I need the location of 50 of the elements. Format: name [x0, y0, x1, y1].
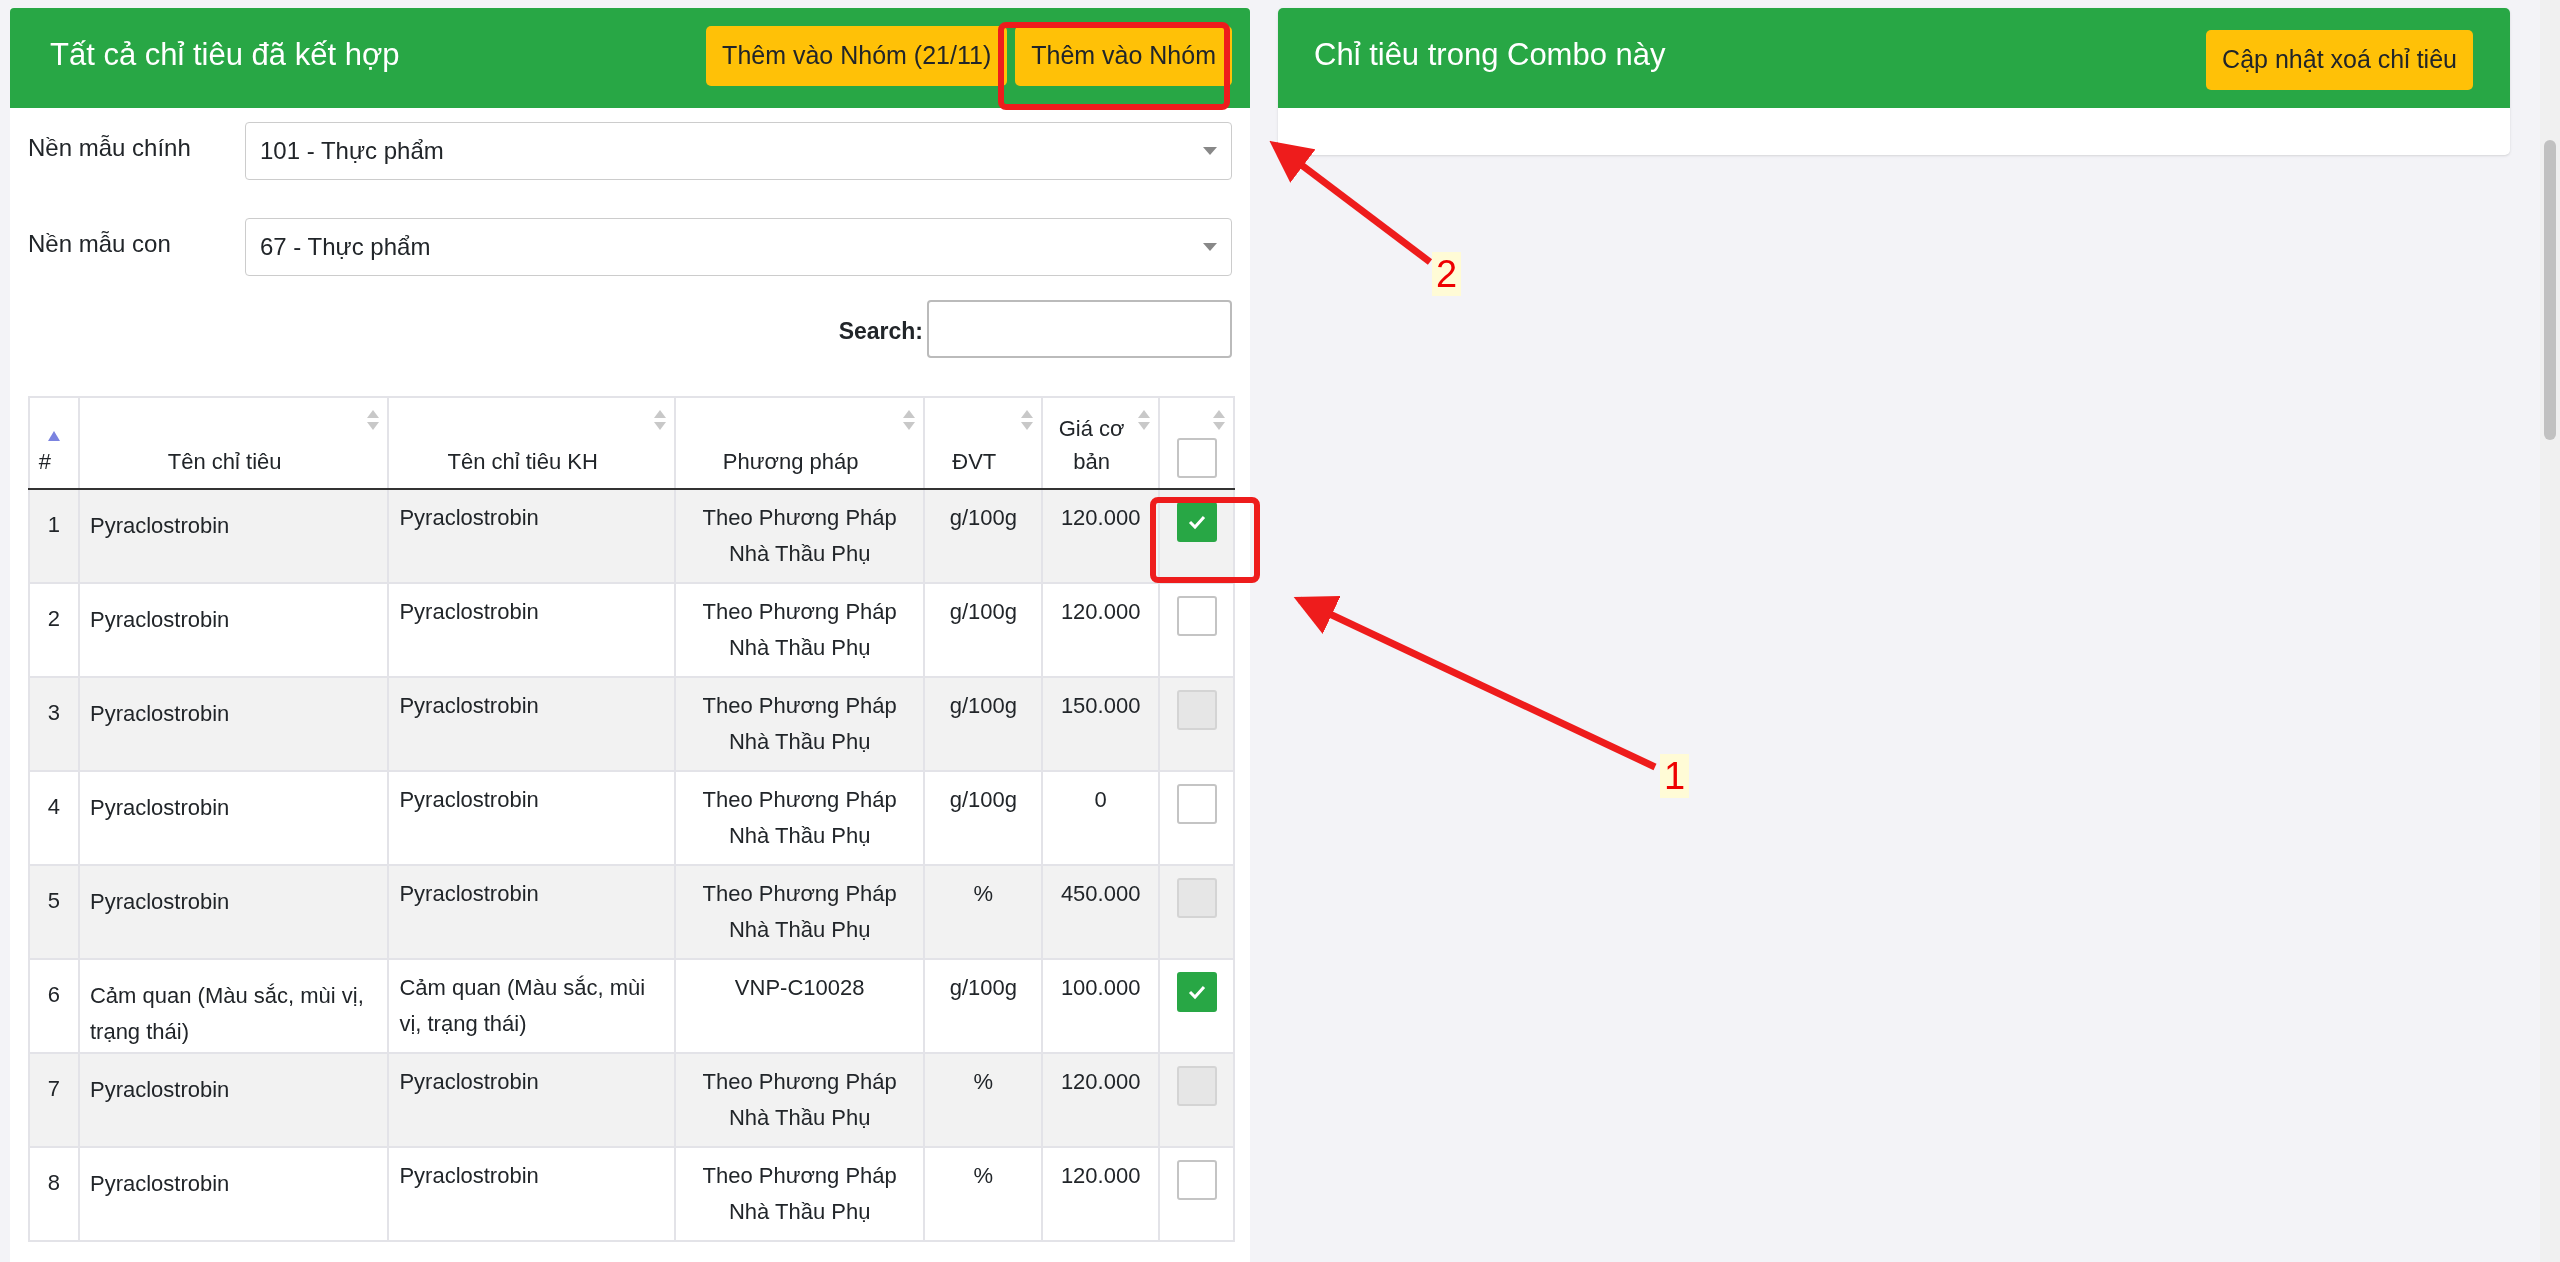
- table-cell: Pyraclostrobin: [388, 1147, 675, 1241]
- annotation-label: 2: [1432, 252, 1462, 296]
- select-all-checkbox[interactable]: [1176, 438, 1217, 478]
- filter-label: Nền mẫu con: [28, 229, 172, 259]
- column-title: ĐVT: [951, 448, 998, 476]
- checkmark-icon: [1186, 514, 1207, 530]
- column-title: Tên chỉ tiêu: [166, 448, 283, 476]
- column-header[interactable]: Tên chỉ tiêu: [78, 397, 389, 489]
- table-cell: 120.000: [1042, 1147, 1160, 1241]
- table-cell: 6: [29, 959, 79, 1053]
- table-cell: 3: [29, 677, 79, 771]
- column-title: Tên chỉ tiêu KH: [446, 448, 599, 476]
- row-checkbox[interactable]: [1176, 784, 1217, 824]
- select-field[interactable]: 101 - Thực phẩm: [245, 122, 1232, 180]
- column-header[interactable]: [1159, 397, 1234, 489]
- dropdown-caret-icon: [1203, 147, 1217, 155]
- column-header[interactable]: Tên chỉ tiêu KH: [388, 397, 675, 489]
- table-cell: 1: [29, 489, 79, 583]
- search-field[interactable]: [927, 300, 1232, 358]
- checkmark-icon: [1186, 984, 1207, 1000]
- column-title: #: [37, 448, 53, 476]
- select-value: 101 - Thực phẩm: [260, 136, 444, 166]
- row-checkbox[interactable]: [1176, 596, 1217, 636]
- filter-label: Nền mẫu chính: [28, 133, 192, 163]
- panel-title: Tất cả chỉ tiêu đã kết hợp: [50, 36, 400, 74]
- annotation-label: 1: [1660, 754, 1690, 798]
- table-cell: %: [924, 1147, 1043, 1241]
- table-cell: 7: [29, 1053, 79, 1147]
- update-delete-button[interactable]: Cập nhật xoá chỉ tiêu: [2206, 30, 2473, 90]
- row-checkbox[interactable]: [1176, 972, 1217, 1012]
- add-to-group-button[interactable]: Thêm vào Nhóm (21/11): [706, 26, 1008, 86]
- table-cell: Theo Phương Pháp Nhà Thầu Phụ: [674, 1147, 925, 1241]
- dropdown-caret-icon: [1203, 243, 1217, 251]
- table-cell: 8: [29, 1147, 79, 1241]
- add-to-group-button[interactable]: Thêm vào Nhóm: [1015, 26, 1232, 86]
- table-cell: 4: [29, 771, 79, 865]
- column-header[interactable]: Phương pháp: [674, 397, 925, 489]
- scrollbar[interactable]: [2540, 0, 2560, 1262]
- row-checkbox[interactable]: [1176, 1160, 1217, 1200]
- panel-title: Chỉ tiêu trong Combo này: [1314, 36, 1666, 74]
- select-value: 67 - Thực phẩm: [260, 232, 431, 262]
- table-cell: Pyraclostrobin: [78, 1147, 389, 1241]
- select-field[interactable]: 67 - Thực phẩm: [245, 218, 1232, 276]
- column-title: Phương pháp: [721, 448, 860, 476]
- column-header[interactable]: #: [29, 397, 79, 489]
- column-title: Giá cơ bản: [1057, 415, 1126, 476]
- table-cell: 2: [29, 583, 79, 677]
- row-checkbox[interactable]: [1176, 502, 1217, 542]
- table-cell: 5: [29, 865, 79, 959]
- search-label: Search:: [838, 317, 923, 346]
